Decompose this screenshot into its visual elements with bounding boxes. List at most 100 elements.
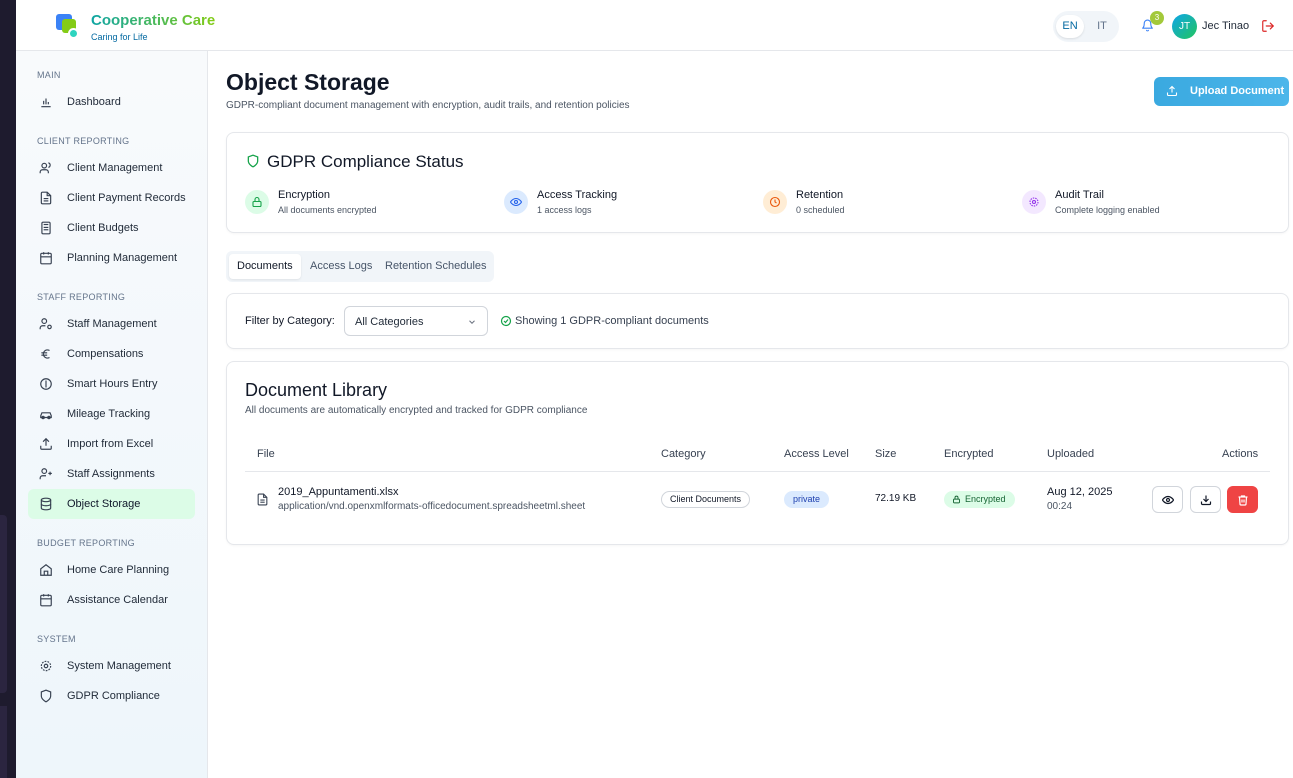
sidebar-item-import-from-excel[interactable]: Import from Excel	[28, 429, 195, 459]
sidebar-item-client-management[interactable]: Client Management	[28, 153, 195, 183]
view-button[interactable]	[1152, 486, 1183, 513]
car-icon	[40, 412, 52, 420]
sidebar-item-mileage-tracking[interactable]: Mileage Tracking	[28, 399, 195, 429]
language-it-button[interactable]: IT	[1088, 15, 1116, 38]
category-badge: Client Documents	[661, 491, 751, 508]
home-icon	[40, 564, 52, 576]
file-name: 2019_Appuntamenti.xlsx	[278, 486, 399, 498]
filter-result-count: Showing 1 GDPR-compliant documents	[515, 315, 709, 327]
upload-document-button[interactable]: Upload Document	[1154, 77, 1289, 106]
user-plus-icon	[39, 468, 52, 480]
sidebar-item-home-care-planning[interactable]: Home Care Planning	[28, 555, 195, 585]
sidebar-item-planning-management[interactable]: Planning Management	[28, 243, 195, 273]
sidebar-item-label: Client Payment Records	[67, 192, 186, 204]
tab-documents[interactable]: Documents	[229, 254, 301, 279]
sidebar-item-label: Object Storage	[67, 498, 141, 510]
sidebar-item-label: Staff Assignments	[67, 468, 155, 480]
file-size: 72.19 KB	[875, 493, 917, 504]
users-icon	[39, 162, 51, 174]
trash-icon	[1238, 495, 1248, 506]
gdpr-status-title: GDPR Compliance Status	[267, 152, 464, 171]
encrypted-label: Encrypted	[965, 494, 1006, 504]
check-circle-icon	[500, 315, 512, 327]
encrypted-badge: Encrypted	[944, 491, 1015, 508]
tab-retention-schedules[interactable]: Retention Schedules	[377, 254, 495, 279]
user-cog-icon	[39, 318, 52, 330]
eye-icon	[504, 190, 528, 214]
upload-document-label: Upload Document	[1190, 85, 1285, 97]
filter-label: Filter by Category:	[245, 315, 335, 327]
sidebar-item-assistance-calendar[interactable]: Assistance Calendar	[28, 585, 195, 615]
sidebar: MAIN Dashboard CLIENT REPORTING Client M…	[16, 51, 208, 778]
sidebar-item-label: Home Care Planning	[67, 564, 170, 576]
sidebar-item-label: Client Budgets	[67, 222, 139, 234]
lock-icon	[245, 190, 269, 214]
eye-icon	[1162, 495, 1174, 505]
sidebar-item-dashboard[interactable]: Dashboard	[28, 87, 195, 117]
language-switcher: EN IT	[1053, 11, 1119, 42]
sidebar-item-object-storage[interactable]: Object Storage	[28, 489, 195, 519]
page-subtitle: GDPR-compliant document management with …	[226, 100, 630, 111]
logo-icon	[56, 14, 80, 42]
sidebar-item-label: Compensations	[67, 348, 144, 360]
user-name[interactable]: Jec Tinao	[1202, 20, 1249, 32]
sidebar-item-client-budgets[interactable]: Client Budgets	[28, 213, 195, 243]
stat-title: Audit Trail	[1055, 189, 1104, 201]
delete-button[interactable]	[1227, 486, 1258, 513]
sidebar-item-system-management[interactable]: System Management	[28, 651, 195, 681]
chevron-down-icon	[469, 320, 475, 324]
brand-tagline: Caring for Life	[91, 32, 148, 42]
category-select[interactable]: All Categories	[344, 306, 488, 336]
main-content: Object Storage GDPR-compliant document m…	[208, 51, 1293, 778]
desktop-pane	[0, 706, 7, 778]
sidebar-item-client-payment-records[interactable]: Client Payment Records	[28, 183, 195, 213]
euro-icon	[41, 349, 50, 359]
lock-icon	[953, 495, 960, 504]
sidebar-section-title: CLIENT REPORTING	[37, 136, 130, 146]
tab-access-logs[interactable]: Access Logs	[302, 254, 380, 279]
category-select-value: All Categories	[355, 316, 424, 328]
sidebar-item-label: System Management	[67, 660, 171, 672]
sidebar-item-label: Assistance Calendar	[67, 594, 168, 606]
sidebar-item-label: Planning Management	[67, 252, 178, 264]
column-header-access-level: Access Level	[784, 448, 849, 460]
sidebar-item-label: GDPR Compliance	[67, 690, 160, 702]
stat-desc: 0 scheduled	[796, 205, 845, 215]
desktop-edge	[0, 0, 16, 778]
column-header-actions: Actions	[1222, 448, 1259, 460]
calendar-icon	[40, 594, 52, 607]
language-en-button[interactable]: EN	[1056, 15, 1084, 38]
stat-title: Encryption	[278, 189, 330, 201]
sidebar-item-compensations[interactable]: Compensations	[28, 339, 195, 369]
download-button[interactable]	[1190, 486, 1221, 513]
sidebar-item-gdpr-compliance[interactable]: GDPR Compliance	[28, 681, 195, 711]
sidebar-item-staff-management[interactable]: Staff Management	[28, 309, 195, 339]
sidebar-item-smart-hours-entry[interactable]: Smart Hours Entry	[28, 369, 195, 399]
stat-title: Access Tracking	[537, 189, 618, 201]
brand-name: Cooperative Care	[91, 12, 216, 29]
gdpr-stat-audit-trail: Audit Trail Complete logging enabled	[1022, 188, 1262, 218]
table-divider	[245, 471, 1270, 472]
sidebar-section-title: BUDGET REPORTING	[37, 538, 135, 548]
shield-icon	[247, 154, 259, 168]
sidebar-item-label: Staff Management	[67, 318, 157, 330]
desktop-pane	[0, 515, 7, 693]
document-library-card: Document Library All documents are autom…	[226, 361, 1289, 545]
sidebar-item-staff-assignments[interactable]: Staff Assignments	[28, 459, 195, 489]
download-icon	[1200, 495, 1212, 506]
top-header: Cooperative Care Caring for Life EN IT 3…	[16, 0, 1293, 51]
sidebar-section-title: STAFF REPORTING	[37, 292, 126, 302]
column-header-file: File	[257, 448, 275, 460]
logout-icon[interactable]	[1261, 19, 1275, 33]
stat-desc: 1 access logs	[537, 205, 592, 215]
column-header-encrypted: Encrypted	[944, 448, 994, 460]
bar-chart-icon	[41, 98, 51, 108]
clock-icon	[763, 190, 787, 214]
stat-desc: All documents encrypted	[278, 205, 377, 215]
sidebar-section-title: MAIN	[37, 70, 61, 80]
gear-icon	[1022, 190, 1046, 214]
tab-list: Documents Access Logs Retention Schedule…	[226, 251, 494, 282]
gdpr-stat-encryption: Encryption All documents encrypted	[245, 188, 485, 218]
calculator-icon	[41, 221, 51, 235]
avatar[interactable]: JT	[1172, 14, 1197, 39]
